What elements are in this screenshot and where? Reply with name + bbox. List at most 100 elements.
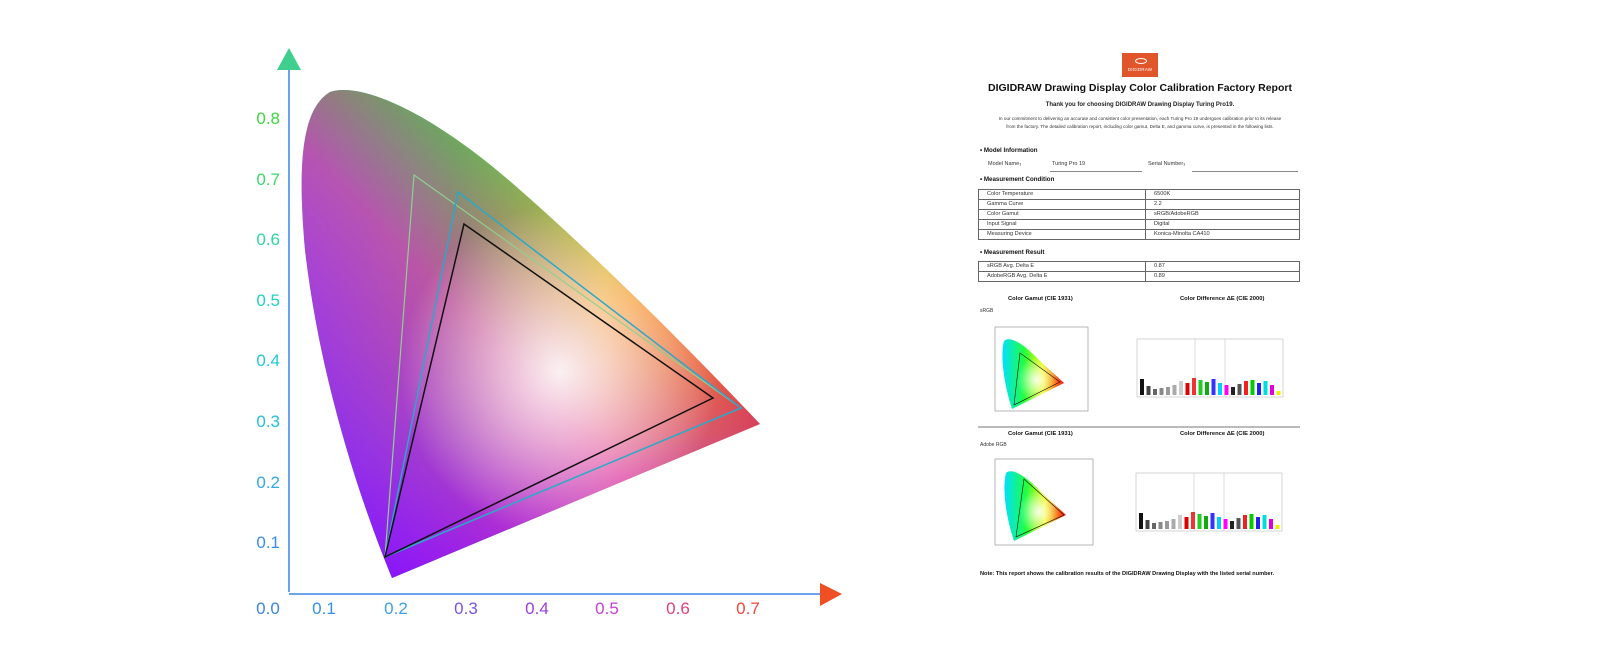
intro-line-1: In our commitment to delivering an accur… [998, 116, 1282, 121]
mini-bar [1198, 380, 1203, 395]
model-name-underline [1050, 171, 1142, 172]
mini-bar [1230, 521, 1234, 529]
y-tick-label: 0.3 [256, 412, 280, 431]
mini-bar [1185, 383, 1190, 395]
table-row: Color Temperature 6500K [978, 189, 1300, 200]
table-row: Input Signal Digital [978, 219, 1300, 230]
table-row: Measuring Device Konica-Minolta CA410 [978, 229, 1300, 240]
mini-bar [1244, 381, 1248, 395]
mini-bar [1275, 525, 1280, 529]
adobe-gamut-heading: Color Gamut (CIE 1931) [1008, 431, 1073, 437]
srgb-mini-delta-e-chart [1136, 338, 1284, 398]
section-divider [978, 426, 1300, 428]
mini-bar [1205, 382, 1209, 395]
mini-bar [1140, 379, 1144, 395]
logo-text: DIGIDRAW [1127, 67, 1153, 72]
x-tick-label: 0.2 [384, 599, 408, 618]
table-row: Gamma Curve 2.2 [978, 199, 1300, 210]
serial-number-label: Serial Number₃ [1148, 161, 1186, 167]
srgb-gamut-heading: Color Gamut (CIE 1931) [1008, 296, 1073, 302]
mini-bar [1211, 379, 1216, 395]
model-information-heading: • Model Information [980, 147, 1038, 154]
digidraw-logo: DIGIDRAW [1122, 53, 1158, 77]
report-thanks: Thank you for choosing DIGIDRAW Drawing … [1045, 102, 1235, 108]
intro-line-2: from the factory. The detailed calibrati… [1006, 124, 1274, 129]
mini-bar [1257, 383, 1261, 395]
report-note: Note: This report shows the calibration … [980, 571, 1275, 577]
srgb-difference-heading: Color Difference ΔE (CIE 2000) [1180, 296, 1265, 302]
mini-bar [1217, 517, 1221, 529]
adobe-mini-delta-e-chart [1135, 472, 1283, 532]
spectral-locus [301, 90, 760, 578]
y-tick-label: 0.1 [256, 533, 280, 552]
mini-bar [1249, 514, 1254, 529]
table-row: AdobeRGB Avg. Delta E 0.89 [978, 271, 1300, 282]
mini-bar [1204, 516, 1208, 529]
y-tick-label: 0.2 [256, 473, 280, 492]
x-tick-label: 0.7 [736, 599, 760, 618]
x-tick-labels: 0.0 0.1 0.2 0.3 0.4 0.5 0.6 0.7 [256, 599, 760, 618]
table-row: Color Gamut sRGB/AdobeRGB [978, 209, 1300, 220]
mini-bar [1231, 387, 1235, 395]
adobe-difference-heading: Color Difference ΔE (CIE 2000) [1180, 431, 1265, 437]
mini-bar [1145, 520, 1150, 529]
x-axis-arrow [820, 583, 842, 606]
measurement-condition-table: Color Temperature 6500K Gamma Curve 2.2 Co… [978, 189, 1300, 240]
srgb-mini-gamut-plot [994, 326, 1089, 412]
model-name-value: Turing Pro 19 [1052, 161, 1086, 167]
y-tick-label: 0.4 [256, 351, 280, 370]
mini-bar [1270, 385, 1274, 395]
y-tick-label: 0.6 [256, 230, 280, 249]
mini-bar [1237, 384, 1242, 395]
measurement-result-table: sRGB Avg. Delta E 0.87 AdobeRGB Avg. Delt… [978, 261, 1300, 282]
mini-bar [1172, 385, 1177, 395]
serial-number-field [1192, 171, 1298, 172]
mini-bar [1236, 518, 1241, 529]
x-tick-label: 0.0 [256, 599, 280, 618]
mini-bar [1256, 517, 1260, 529]
mini-bar [1139, 513, 1143, 529]
x-tick-label: 0.5 [595, 599, 619, 618]
mini-bar [1165, 521, 1169, 529]
mini-bar [1178, 515, 1182, 529]
x-tick-label: 0.6 [666, 599, 690, 618]
x-tick-label: 0.3 [454, 599, 478, 618]
mini-bar [1159, 388, 1164, 395]
mini-bar [1153, 389, 1157, 395]
mini-bar [1152, 523, 1156, 529]
y-tick-label: 0.5 [256, 291, 280, 310]
model-name-label: Model Name₃ [988, 161, 1022, 167]
mini-bar [1146, 386, 1151, 395]
srgb-label: sRGB [980, 308, 994, 314]
y-axis-arrow [277, 48, 301, 70]
mini-bar [1191, 512, 1195, 529]
mini-bar [1263, 381, 1268, 395]
adobe-mini-gamut-plot [994, 458, 1094, 546]
adobe-rgb-label: Adobe RGB [980, 442, 1007, 448]
mini-bar [1224, 385, 1229, 395]
mini-bar [1171, 519, 1176, 529]
mini-bar [1179, 381, 1183, 395]
measurement-condition-heading: • Measurement Condition [980, 176, 1055, 183]
mini-bar [1218, 383, 1222, 395]
logo-mark-icon [1135, 58, 1147, 64]
mini-bar [1243, 515, 1247, 529]
y-tick-label: 0.8 [256, 109, 280, 128]
mini-bar [1197, 514, 1202, 529]
y-tick-label: 0.7 [256, 170, 280, 189]
mini-bar [1166, 387, 1170, 395]
mini-bar [1192, 378, 1196, 395]
x-tick-label: 0.1 [312, 599, 336, 618]
mini-bar [1250, 380, 1255, 395]
table-row: sRGB Avg. Delta E 0.87 [978, 261, 1300, 272]
x-tick-label: 0.4 [525, 599, 549, 618]
mini-bar [1276, 391, 1281, 395]
mini-bar [1158, 522, 1163, 529]
mini-bar [1210, 513, 1215, 529]
measurement-result-heading: • Measurement Result [980, 249, 1045, 256]
mini-bar [1223, 519, 1228, 529]
mini-bar [1269, 519, 1273, 529]
calibration-report: DIGIDRAW DIGIDRAW Drawing Display Color … [960, 40, 1320, 600]
report-intro: In our commitment to delivering an accur… [978, 115, 1302, 131]
y-tick-labels: 0.8 0.7 0.6 0.5 0.4 0.3 0.2 0.1 [256, 109, 280, 552]
